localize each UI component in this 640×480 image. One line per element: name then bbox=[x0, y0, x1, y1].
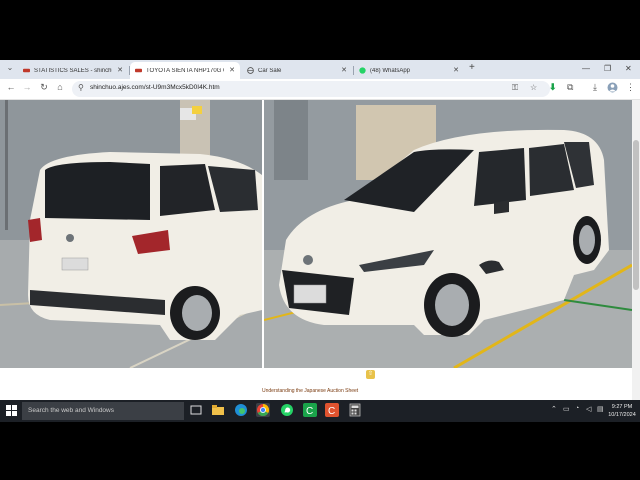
home-icon[interactable]: ⌂ bbox=[53, 82, 67, 92]
tab-strip: ⌄ STATISTICS SALES - shinchuo.ajes ✕ TOY… bbox=[0, 60, 640, 79]
tab-title: Car Sale bbox=[258, 67, 282, 74]
volume-icon[interactable]: ◁ bbox=[586, 405, 591, 413]
battery-icon[interactable]: ▭ bbox=[563, 405, 570, 413]
camtasia-green-icon[interactable]: C bbox=[303, 403, 317, 417]
svg-text:C: C bbox=[328, 406, 335, 417]
tab-toyota-sienta[interactable]: TOYOTA SIENTA NHP170G CAA ✕ bbox=[130, 62, 240, 79]
network-icon[interactable]: ◔ bbox=[575, 405, 579, 412]
tab-car-sale[interactable]: Car Sale ✕ bbox=[242, 62, 352, 79]
edge-icon[interactable] bbox=[234, 403, 248, 417]
site-info-icon[interactable]: ⚲ bbox=[78, 83, 84, 92]
close-window-icon[interactable]: ✕ bbox=[625, 64, 632, 73]
rear-three-quarter-photo[interactable] bbox=[0, 100, 262, 368]
whatsapp-taskbar-icon[interactable] bbox=[280, 403, 294, 417]
maximize-icon[interactable]: ❐ bbox=[604, 64, 611, 73]
globe-icon bbox=[247, 67, 254, 74]
clock-date: 10/17/2024 bbox=[608, 412, 636, 418]
close-tab-icon[interactable]: ✕ bbox=[453, 66, 459, 74]
browser-toolbar: ← → ↻ ⌂ ⚲ shinchuo.ajes.com/st-U9m3Mcx5k… bbox=[0, 79, 640, 100]
close-tab-icon[interactable]: ✕ bbox=[341, 66, 347, 74]
taskbar-clock[interactable]: 9:27 PM 10/17/2024 bbox=[608, 403, 636, 419]
rear-window bbox=[45, 162, 150, 220]
action-center-icon[interactable]: ▤ bbox=[597, 405, 604, 413]
close-tab-icon[interactable]: ✕ bbox=[117, 66, 123, 74]
car-site-icon bbox=[135, 68, 142, 73]
windows-start-icon[interactable] bbox=[6, 405, 17, 416]
browser-window: ⌄ STATISTICS SALES - shinchuo.ajes ✕ TOY… bbox=[0, 60, 640, 422]
new-tab-button[interactable]: + bbox=[469, 62, 475, 73]
forward-icon[interactable]: → bbox=[20, 82, 34, 92]
tab-title: STATISTICS SALES - shinchuo.ajes bbox=[34, 67, 112, 74]
calculator-icon[interactable] bbox=[348, 403, 362, 417]
minimize-icon[interactable]: — bbox=[582, 64, 590, 73]
page-scrollbar[interactable] bbox=[632, 100, 640, 422]
url-text[interactable]: shinchuo.ajes.com/st-U9m3Mcx5kD0I4K.htm bbox=[90, 84, 220, 91]
download-extension-icon[interactable]: ⬇ bbox=[549, 82, 557, 93]
chrome-icon[interactable] bbox=[256, 403, 270, 417]
task-view-icon[interactable] bbox=[189, 403, 203, 417]
clock-time: 9:27 PM bbox=[611, 404, 633, 410]
tab-title: TOYOTA SIENTA NHP170G CAA bbox=[146, 67, 224, 74]
scrollbar-thumb[interactable] bbox=[633, 140, 639, 290]
page-content: ⇧ Understanding the Japanese Auction She… bbox=[0, 100, 640, 422]
extensions-icon[interactable]: ⧉ bbox=[567, 82, 573, 93]
file-explorer-icon[interactable] bbox=[211, 403, 225, 417]
bookmark-star-icon[interactable]: ☆ bbox=[530, 83, 537, 92]
whatsapp-icon bbox=[359, 67, 366, 74]
tab-title: (48) WhatsApp bbox=[370, 67, 411, 74]
front-three-quarter-photo[interactable] bbox=[264, 100, 632, 368]
menu-kebab-icon[interactable]: ⋮ bbox=[626, 82, 635, 93]
reload-icon[interactable]: ↻ bbox=[37, 82, 51, 93]
profile-avatar[interactable] bbox=[607, 82, 618, 95]
address-bar[interactable]: ⚲ shinchuo.ajes.com/st-U9m3Mcx5kD0I4K.ht… bbox=[72, 81, 550, 97]
close-tab-icon[interactable]: ✕ bbox=[229, 66, 235, 74]
downloads-icon[interactable]: ⤓ bbox=[593, 82, 597, 93]
tab-statistics-sales[interactable]: STATISTICS SALES - shinchuo.ajes ✕ bbox=[18, 62, 128, 79]
windows-taskbar: Search the web and Windows C C ⌃ ▭ ◔ ◁ ▤… bbox=[0, 400, 640, 422]
show-hidden-icons-icon[interactable]: ⌃ bbox=[551, 405, 557, 413]
tab-search-icon[interactable]: ⌄ bbox=[3, 63, 17, 72]
car-site-icon bbox=[23, 68, 30, 73]
taskbar-search-box[interactable]: Search the web and Windows bbox=[22, 402, 184, 420]
info-badge-icon[interactable]: ⇧ bbox=[366, 370, 375, 379]
back-icon[interactable]: ← bbox=[4, 82, 18, 92]
tab-whatsapp[interactable]: (48) WhatsApp ✕ bbox=[354, 62, 464, 79]
auction-sheet-link[interactable]: Understanding the Japanese Auction Sheet bbox=[262, 388, 358, 394]
svg-text:C: C bbox=[306, 406, 313, 417]
password-key-icon[interactable]: ⚿ bbox=[512, 83, 518, 93]
camtasia-orange-icon[interactable]: C bbox=[325, 403, 339, 417]
